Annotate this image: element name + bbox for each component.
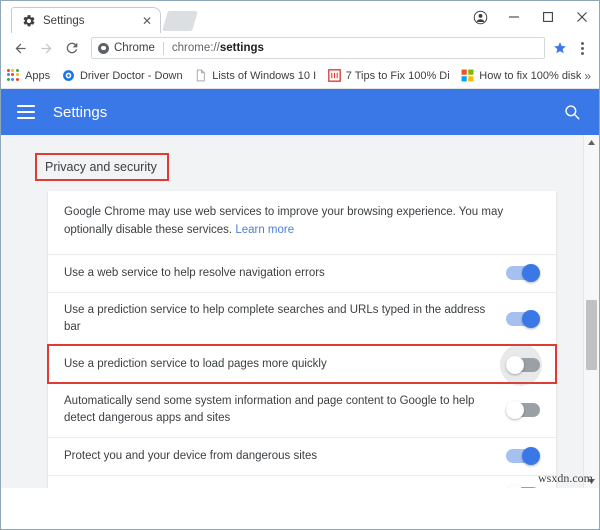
menu-dot bbox=[580, 46, 584, 50]
menu-dot bbox=[580, 51, 584, 55]
hamburger-line bbox=[17, 111, 35, 113]
watermark: wsxdn.com bbox=[538, 471, 593, 485]
page-title: Settings bbox=[53, 103, 108, 121]
red-square-icon bbox=[327, 69, 341, 82]
bookmark-label: Driver Doctor - Down bbox=[79, 69, 183, 82]
bookmarks-bar: Apps Driver Doctor - Down Lists of Windo… bbox=[1, 63, 599, 89]
setting-row-preload-pages[interactable]: Use a prediction service to load pages m… bbox=[47, 343, 557, 386]
setting-label: Use a web service to help resolve naviga… bbox=[64, 266, 325, 279]
settings-header: Settings bbox=[1, 89, 599, 135]
browser-menu-button[interactable] bbox=[571, 35, 593, 61]
toggle-prediction-searches[interactable] bbox=[506, 309, 540, 328]
reload-button[interactable] bbox=[59, 35, 85, 61]
privacy-section-annotation: Privacy and security bbox=[35, 153, 169, 181]
bookmark-label: 7 Tips to Fix 100% Di bbox=[345, 69, 450, 82]
search-icon[interactable] bbox=[561, 101, 583, 123]
privacy-settings-card: Google Chrome may use web services to im… bbox=[47, 191, 557, 489]
blue-circle-icon bbox=[62, 69, 75, 82]
maximize-button[interactable] bbox=[531, 1, 565, 33]
bookmark-item-7-tips[interactable]: 7 Tips to Fix 100% Di bbox=[327, 69, 450, 82]
setting-row-navigation-errors[interactable]: Use a web service to help resolve naviga… bbox=[48, 253, 556, 292]
toggle-knob bbox=[522, 309, 540, 328]
omnibox-url-prefix: chrome:// bbox=[171, 42, 220, 54]
toggle-preload-pages[interactable] bbox=[500, 343, 542, 386]
toggle-knob bbox=[522, 447, 540, 466]
hamburger-line bbox=[17, 105, 35, 107]
row-texts: Use a prediction service to help complet… bbox=[64, 302, 506, 337]
scrollbar-thumb[interactable] bbox=[586, 300, 597, 370]
tab-strip: Settings ✕ bbox=[1, 1, 599, 33]
setting-label: Protect you and your device from dangero… bbox=[64, 449, 318, 462]
section-title-privacy: Privacy and security bbox=[37, 155, 167, 179]
tab-close-icon[interactable]: ✕ bbox=[140, 14, 154, 28]
bookmark-label: Lists of Windows 10 I bbox=[212, 69, 316, 82]
hamburger-line bbox=[17, 117, 35, 119]
apps-grid-icon bbox=[7, 69, 20, 82]
bookmark-item-how-to-fix[interactable]: How to fix 100% disk bbox=[461, 69, 581, 82]
tab-title: Settings bbox=[43, 14, 85, 27]
toggle-knob bbox=[522, 264, 540, 283]
toggle-safe-browsing[interactable] bbox=[506, 447, 540, 466]
chrome-icon bbox=[98, 42, 109, 54]
forward-button[interactable] bbox=[33, 35, 59, 61]
scrollbar-up-arrow-icon[interactable] bbox=[584, 135, 599, 149]
address-bar[interactable]: Chrome chrome://settings bbox=[91, 37, 545, 59]
page-icon bbox=[194, 69, 207, 82]
bookmark-label: Apps bbox=[25, 69, 50, 82]
window-controls bbox=[463, 1, 599, 33]
row-texts: Use a web service to help resolve naviga… bbox=[64, 265, 506, 282]
row-texts: Automatically send some system informati… bbox=[64, 393, 506, 428]
toggle-navigation-errors[interactable] bbox=[506, 264, 540, 283]
bookmarks-overflow-icon[interactable]: » bbox=[584, 69, 591, 83]
setting-label: Use a prediction service to load pages m… bbox=[64, 358, 327, 370]
browser-window: Settings ✕ Chrome chrome://settings Apps… bbox=[0, 0, 600, 530]
content-scrollbar[interactable] bbox=[583, 135, 599, 488]
menu-dot bbox=[580, 41, 584, 45]
back-button[interactable] bbox=[7, 35, 33, 61]
new-tab-button[interactable] bbox=[162, 11, 198, 31]
omnibox-chrome-chip: Chrome bbox=[98, 42, 155, 54]
profile-avatar-icon[interactable] bbox=[463, 1, 497, 33]
bookmark-item-apps[interactable]: Apps bbox=[7, 69, 50, 82]
settings-content: Privacy and security Google Chrome may u… bbox=[1, 135, 599, 488]
bookmark-item-driver-doctor[interactable]: Driver Doctor - Down bbox=[62, 69, 182, 82]
browser-toolbar: Chrome chrome://settings bbox=[1, 33, 599, 63]
row-texts: Use a prediction service to load pages m… bbox=[64, 356, 506, 373]
bookmark-star-icon[interactable] bbox=[549, 37, 571, 59]
microsoft-logo-icon bbox=[461, 69, 474, 82]
gear-icon bbox=[22, 14, 36, 28]
omnibox-divider bbox=[162, 41, 164, 55]
setting-label: Automatically send some system informati… bbox=[64, 395, 475, 425]
setting-row-send-system-info[interactable]: Automatically send some system informati… bbox=[48, 383, 556, 437]
setting-label: Automatically send usage statistics and … bbox=[64, 486, 490, 489]
omnibox-url-page: settings bbox=[219, 42, 264, 54]
setting-row-prediction-searches[interactable]: Use a prediction service to help complet… bbox=[48, 291, 556, 346]
omnibox-url: chrome://settings bbox=[172, 42, 264, 54]
row-texts: Protect you and your device from dangero… bbox=[64, 448, 506, 465]
toggle-usage-statistics[interactable] bbox=[506, 485, 540, 488]
browser-tab-settings[interactable]: Settings ✕ bbox=[11, 7, 161, 33]
bookmark-item-lists-windows[interactable]: Lists of Windows 10 I bbox=[194, 69, 316, 82]
omnibox-chip-label: Chrome bbox=[114, 42, 155, 54]
learn-more-link[interactable]: Learn more bbox=[235, 224, 294, 236]
minimize-button[interactable] bbox=[497, 1, 531, 33]
setting-row-safe-browsing[interactable]: Protect you and your device from dangero… bbox=[48, 436, 556, 475]
settings-scroll-area: Privacy and security Google Chrome may u… bbox=[1, 135, 586, 488]
hamburger-icon[interactable] bbox=[17, 105, 35, 119]
setting-label: Use a prediction service to help complet… bbox=[64, 303, 486, 333]
toggle-send-system-info[interactable] bbox=[506, 401, 540, 420]
privacy-description: Google Chrome may use web services to im… bbox=[48, 191, 556, 254]
setting-row-usage-statistics[interactable]: Automatically send usage statistics and … bbox=[48, 474, 556, 489]
close-button[interactable] bbox=[565, 1, 599, 33]
bookmark-label: How to fix 100% disk bbox=[479, 69, 581, 82]
row-texts: Automatically send usage statistics and … bbox=[64, 486, 506, 489]
toggle-knob bbox=[506, 355, 524, 374]
